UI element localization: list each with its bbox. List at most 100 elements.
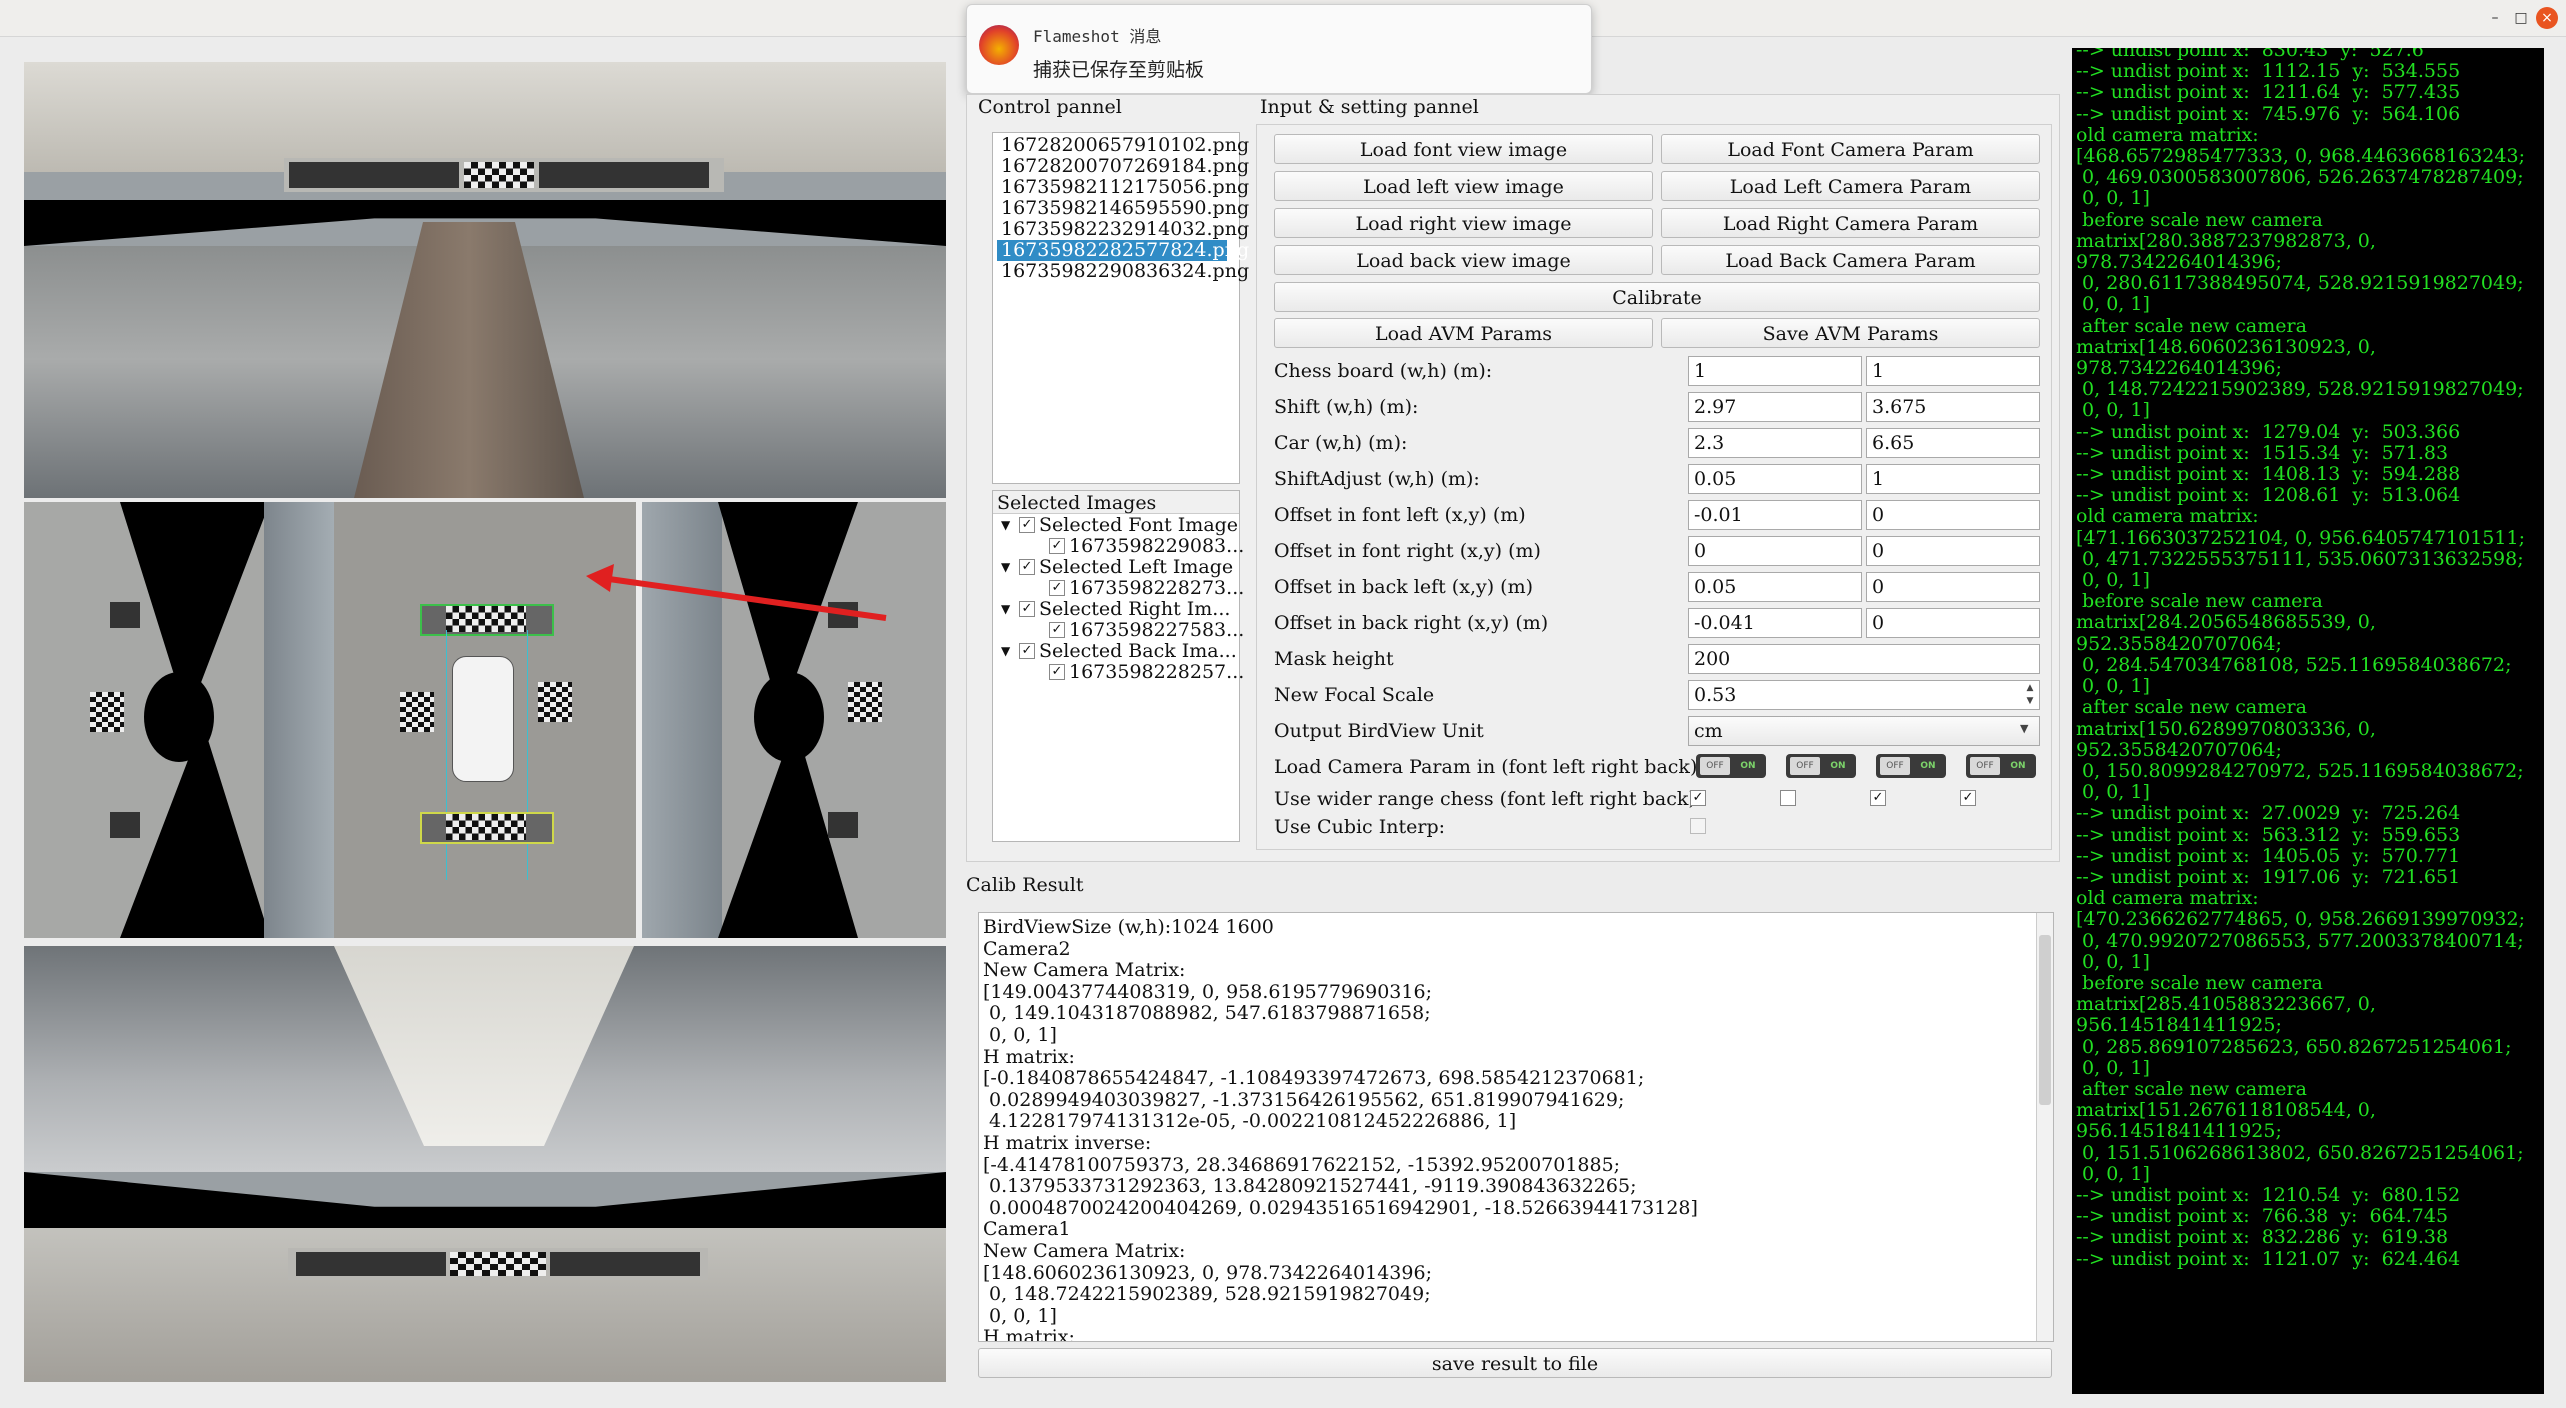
param-label: Offset in font left (x,y) (m) (1274, 504, 1526, 526)
param-field-b[interactable]: 0 (1866, 536, 2040, 566)
tree-expand-icon[interactable]: ▼ (1001, 599, 1010, 620)
terminal-line: 952.3558420707064; (2076, 632, 2282, 655)
terminal-line: 0, 0, 1] (2076, 675, 2150, 698)
input-panel-title: Input & setting pannel (1260, 96, 1479, 118)
param-field-b[interactable]: 1 (1866, 356, 2040, 386)
tree-child-label[interactable]: 1673598227583... (1069, 620, 1244, 641)
calib-result-line: 0, 0, 1] (983, 1304, 1057, 1327)
close-button[interactable]: × (2536, 7, 2558, 29)
load-right-image-button[interactable]: Load right view image (1274, 208, 1653, 238)
file-list-item[interactable]: 16735982112175056.png (997, 177, 1249, 198)
tree-child-label[interactable]: 1673598228257... (1069, 662, 1244, 683)
load-right-param-button[interactable]: Load Right Camera Param (1661, 208, 2040, 238)
tree-checkbox[interactable]: ✓ (1019, 601, 1035, 617)
load-back-param-button[interactable]: Load Back Camera Param (1661, 245, 2040, 275)
maximize-button[interactable]: □ (2510, 7, 2532, 29)
camera-param-toggle[interactable]: OFF ON (1966, 754, 2036, 778)
file-list-item[interactable]: 16728200707269184.png (997, 156, 1249, 177)
wider-chess-checkbox[interactable] (1780, 790, 1796, 806)
tree-group-label[interactable]: Selected Left Image (1039, 557, 1233, 578)
cubic-interp-checkbox[interactable] (1690, 818, 1706, 834)
camera-param-toggle[interactable]: OFF ON (1786, 754, 1856, 778)
param-field-b[interactable]: 0 (1866, 608, 2040, 638)
load-left-image-button[interactable]: Load left view image (1274, 171, 1653, 201)
tree-child-label[interactable]: 1673598229083... (1069, 536, 1244, 557)
param-field-a[interactable]: 2.3 (1688, 428, 1862, 458)
param-field-a[interactable]: 0 (1688, 536, 1862, 566)
calib-result-line: 0.1379533731292363, 13.84280921527441, -… (983, 1175, 1637, 1198)
tree-group-label[interactable]: Selected Right Im... (1039, 599, 1230, 620)
file-list-item[interactable]: 16735982290836324.png (997, 261, 1249, 282)
toggle-on-label: ON (1740, 761, 1756, 771)
calib-result-line: 4.122817974131312e-05, -0.00221081245222… (983, 1110, 1517, 1133)
tree-child-checkbox[interactable]: ✓ (1049, 538, 1065, 554)
param-field-a[interactable]: 0.05 (1688, 464, 1862, 494)
param-field-a[interactable]: 2.97 (1688, 392, 1862, 422)
tree-group-label[interactable]: Selected Font Image (1039, 515, 1238, 536)
terminal-line: --> undist point x: 1279.04 y: 503.366 (2076, 420, 2461, 443)
tree-expand-icon[interactable]: ▼ (1001, 557, 1010, 578)
file-list[interactable]: 16728200657910102.png 16728200707269184.p… (992, 132, 1249, 484)
terminal-line: 0, 0, 1] (2076, 1056, 2150, 1079)
param-field-a[interactable]: 0.05 (1688, 572, 1862, 602)
terminal-line: 0, 285.869107285623, 650.8267251254061; (2076, 1035, 2512, 1058)
left-view-image (24, 502, 336, 938)
save-avm-button[interactable]: Save AVM Params (1661, 318, 2040, 348)
result-scrollbar[interactable] (2036, 913, 2053, 1341)
load-font-param-button[interactable]: Load Font Camera Param (1661, 134, 2040, 164)
selected-images-header: Selected Images (997, 492, 1157, 514)
param-label: Offset in font right (x,y) (m) (1274, 540, 1541, 562)
terminal-line: --> undist point x: 1121.07 y: 624.464 (2076, 1247, 2461, 1270)
camera-param-toggle[interactable]: OFF ON (1696, 754, 1766, 778)
load-avm-button[interactable]: Load AVM Params (1274, 318, 1653, 348)
focal-scale-spinbox[interactable]: 0.53 (1688, 680, 2040, 710)
tree-child-label[interactable]: 1673598228273... (1069, 578, 1244, 599)
wider-chess-checkbox[interactable]: ✓ (1870, 790, 1886, 806)
load-left-param-button[interactable]: Load Left Camera Param (1661, 171, 2040, 201)
load-back-image-button[interactable]: Load back view image (1274, 245, 1653, 275)
param-field-a[interactable]: -0.041 (1688, 608, 1862, 638)
wider-chess-checkbox[interactable]: ✓ (1690, 790, 1706, 806)
calib-result-text[interactable]: BirdViewSize (w,h):1024 1600 Camera2 New C… (978, 912, 2054, 1342)
terminal-line: matrix[148.6060236130923, 0, (2076, 335, 2376, 358)
tree-checkbox[interactable]: ✓ (1019, 559, 1035, 575)
param-label: Offset in back right (x,y) (m) (1274, 612, 1549, 634)
tree-expand-icon[interactable]: ▼ (1001, 515, 1010, 536)
tree-child-checkbox[interactable]: ✓ (1049, 622, 1065, 638)
param-field-a[interactable]: -0.01 (1688, 500, 1862, 530)
save-result-button[interactable]: save result to file (978, 1348, 2052, 1378)
calibrate-button[interactable]: Calibrate (1274, 282, 2040, 312)
terminal-line: 0, 0, 1] (2076, 399, 2150, 422)
minimize-button[interactable]: – (2484, 7, 2506, 29)
param-field-b[interactable]: 0 (1866, 500, 2040, 530)
load-font-image-button[interactable]: Load font view image (1274, 134, 1653, 164)
file-list-item[interactable]: 16735982146595590.png (997, 198, 1249, 219)
spin-arrows-icon[interactable]: ▲ ▼ (2022, 682, 2038, 708)
tree-child-checkbox[interactable]: ✓ (1049, 664, 1065, 680)
flameshot-notification[interactable]: Flameshot 消息 捕获已保存至剪贴板 (966, 4, 1592, 94)
tree-checkbox[interactable]: ✓ (1019, 643, 1035, 659)
param-field-a[interactable]: 1 (1688, 356, 1862, 386)
tree-child-checkbox[interactable]: ✓ (1049, 580, 1065, 596)
param-field-b[interactable]: 3.675 (1866, 392, 2040, 422)
param-field-b[interactable]: 1 (1866, 464, 2040, 494)
file-list-item[interactable]: 16728200657910102.png (997, 135, 1249, 156)
param-field-b[interactable]: 6.65 (1866, 428, 2040, 458)
terminal-line: matrix[151.2676118108544, 0, (2076, 1099, 2376, 1122)
tree-checkbox[interactable]: ✓ (1019, 517, 1035, 533)
camera-param-toggle[interactable]: OFF ON (1876, 754, 1946, 778)
terminal-line: 0, 151.5106268613802, 650.8267251254061; (2076, 1141, 2524, 1164)
param-field-b[interactable]: 0 (1866, 572, 2040, 602)
selected-images-tree[interactable]: Selected Images ▼ ✓ Selected Font Image ✓ 16… (992, 490, 1244, 842)
back-view-image (24, 946, 946, 1382)
terminal-line: after scale new camera (2076, 1077, 2307, 1100)
terminal-line: 0, 280.6117388495074, 528.9215919827049; (2076, 272, 2524, 295)
tree-expand-icon[interactable]: ▼ (1001, 641, 1010, 662)
toggle-on-label: ON (1920, 761, 1936, 771)
output-unit-select[interactable]: cm (1688, 716, 2040, 746)
tree-group-label[interactable]: Selected Back Ima... (1039, 641, 1237, 662)
file-list-item[interactable]: 16735982282577824.png (997, 240, 1249, 261)
wider-chess-checkbox[interactable]: ✓ (1960, 790, 1976, 806)
file-list-item[interactable]: 16735982232914032.png (997, 219, 1249, 240)
mask-height-field[interactable]: 200 (1688, 644, 2040, 674)
